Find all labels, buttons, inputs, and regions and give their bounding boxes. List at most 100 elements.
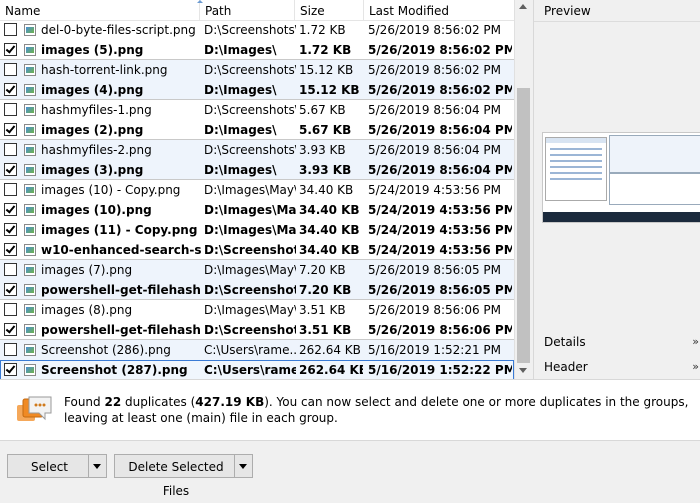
file-size: 3.93 KB	[299, 143, 346, 157]
file-path: D:\Screenshots\	[204, 23, 296, 37]
row-checkbox[interactable]	[4, 83, 17, 96]
details-section-header[interactable]: Details »	[534, 331, 700, 353]
file-path: C:\Users\rame...	[204, 363, 296, 377]
row-checkbox[interactable]	[4, 243, 17, 256]
file-name: images (7).png	[41, 263, 133, 277]
file-modified: 5/26/2019 8:56:05 PM	[368, 263, 502, 277]
scroll-down-icon[interactable]	[519, 368, 527, 373]
file-modified: 5/24/2019 4:53:56 PM	[368, 183, 502, 197]
double-chevron-icon[interactable]: »	[692, 331, 699, 353]
file-name: images (2).png	[41, 123, 144, 137]
file-modified: 5/26/2019 8:56:04 PM	[368, 103, 502, 117]
file-size: 15.12 KB	[299, 83, 360, 97]
file-row[interactable]: images (8).png D:\Images\May\ 3.51 KB 5/26/…	[0, 300, 514, 320]
file-name: images (4).png	[41, 83, 144, 97]
row-checkbox[interactable]	[4, 123, 17, 136]
file-modified: 5/26/2019 8:56:04 PM	[368, 123, 512, 137]
file-modified: 5/26/2019 8:56:02 PM	[368, 83, 512, 97]
file-modified: 5/26/2019 8:56:02 PM	[368, 63, 502, 77]
row-checkbox[interactable]	[4, 103, 17, 116]
row-checkbox[interactable]	[4, 223, 17, 236]
chevron-down-icon[interactable]	[88, 455, 106, 477]
file-size: 34.40 KB	[299, 243, 360, 257]
column-modified-header[interactable]: Last Modified	[364, 0, 514, 20]
row-checkbox[interactable]	[4, 203, 17, 216]
select-button[interactable]: Select	[7, 454, 107, 478]
file-rows: del-0-byte-files-script.png D:\Screenshot…	[0, 20, 514, 379]
duplicates-list[interactable]: Name Path Size Last Modified del-0-byte-…	[0, 0, 514, 379]
duplicate-total-size: 427.19 KB	[195, 395, 265, 409]
row-checkbox[interactable]	[4, 363, 17, 376]
scroll-up-icon[interactable]	[519, 4, 527, 9]
sort-indicator-icon	[197, 0, 203, 3]
column-path-header[interactable]: Path	[200, 0, 295, 20]
file-row[interactable]: images (2).png D:\Images\ 5.67 KB 5/26/2019…	[0, 120, 514, 140]
row-checkbox[interactable]	[4, 163, 17, 176]
file-path: D:\Screenshot...	[204, 283, 296, 297]
file-name: images (3).png	[41, 163, 144, 177]
row-checkbox[interactable]	[4, 23, 17, 36]
double-chevron-icon[interactable]: »	[692, 356, 699, 378]
file-modified: 5/26/2019 8:56:06 PM	[368, 323, 512, 337]
column-size-header[interactable]: Size	[295, 0, 364, 20]
image-file-icon	[24, 164, 36, 176]
file-size: 1.72 KB	[299, 43, 352, 57]
bottom-toolbar: Select Delete Selected Files	[0, 440, 700, 498]
file-modified: 5/26/2019 8:56:04 PM	[368, 143, 502, 157]
row-checkbox[interactable]	[4, 323, 17, 336]
file-modified: 5/24/2019 4:53:56 PM	[368, 223, 512, 237]
preview-pane: Preview Details » Header »	[533, 0, 700, 379]
chevron-down-icon[interactable]	[234, 455, 252, 477]
file-row[interactable]: hashmyfiles-1.png D:\Screenshots\ 5.67 KB 5…	[0, 100, 514, 120]
image-file-icon	[24, 204, 36, 216]
image-file-icon	[24, 244, 36, 256]
file-path: D:\Images\	[204, 123, 277, 137]
row-checkbox[interactable]	[4, 63, 17, 76]
file-row[interactable]: images (10).png D:\Images\Ma...34.40 KB 5/…	[0, 200, 514, 220]
preview-label: Preview	[544, 4, 591, 18]
file-size: 5.67 KB	[299, 103, 346, 117]
row-checkbox[interactable]	[4, 43, 17, 56]
file-row[interactable]: images (7).png D:\Images\May\ 7.20 KB 5/26/…	[0, 260, 514, 280]
file-row[interactable]: powershell-get-filehash-2....D:\Screensh…	[0, 320, 514, 340]
file-row[interactable]: w10-enhanced-search-set...D:\Screenshot.…	[0, 240, 514, 260]
row-checkbox[interactable]	[4, 143, 17, 156]
preview-header[interactable]: Preview	[534, 0, 700, 22]
results-summary: Found 22 duplicates (427.19 KB). You can…	[64, 395, 689, 425]
select-button-label: Select	[30, 460, 69, 474]
header-section-header[interactable]: Header »	[534, 356, 700, 378]
file-row[interactable]: images (3).png D:\Images\ 3.93 KB 5/26/2019…	[0, 160, 514, 180]
file-row[interactable]: images (11) - Copy.png D:\Images\Ma...34.…	[0, 220, 514, 240]
file-path: D:\Screenshot...	[204, 323, 296, 337]
file-size: 7.20 KB	[299, 263, 346, 277]
file-row[interactable]: images (10) - Copy.png D:\Images\May\ 34.4…	[0, 180, 514, 200]
row-checkbox[interactable]	[4, 263, 17, 276]
file-path: D:\Screenshots\	[204, 103, 296, 117]
image-file-icon	[24, 284, 36, 296]
file-path: D:\Screenshot...	[204, 243, 296, 257]
image-file-icon	[24, 124, 36, 136]
file-row[interactable]: images (5).png D:\Images\ 1.72 KB 5/26/2019…	[0, 40, 514, 60]
file-row[interactable]: Screenshot (286).png C:\Users\rame... 262.…	[0, 340, 514, 360]
scrollbar-thumb[interactable]	[517, 88, 530, 363]
row-checkbox[interactable]	[4, 303, 17, 316]
file-name: images (11) - Copy.png	[41, 223, 198, 237]
image-file-icon	[24, 364, 36, 376]
file-name: images (10) - Copy.png	[41, 183, 181, 197]
file-row[interactable]: images (4).png D:\Images\ 15.12 KB 5/26/201…	[0, 80, 514, 100]
file-size: 3.51 KB	[299, 323, 352, 337]
file-size: 34.40 KB	[299, 183, 354, 197]
vertical-scrollbar[interactable]	[514, 0, 532, 379]
file-size: 34.40 KB	[299, 203, 360, 217]
file-row[interactable]: hash-torrent-link.png D:\Screenshots\ 15.1…	[0, 60, 514, 80]
row-checkbox[interactable]	[4, 283, 17, 296]
column-name-header[interactable]: Name	[0, 0, 200, 20]
file-row[interactable]: hashmyfiles-2.png D:\Screenshots\ 3.93 KB 5…	[0, 140, 514, 160]
duplicate-count: 22	[104, 395, 122, 409]
file-row[interactable]: Screenshot (287).png C:\Users\rame...262.…	[0, 360, 514, 379]
file-row[interactable]: powershell-get-filehash-1....D:\Screensh…	[0, 280, 514, 300]
row-checkbox[interactable]	[4, 183, 17, 196]
file-row[interactable]: del-0-byte-files-script.png D:\Screenshot…	[0, 20, 514, 40]
row-checkbox[interactable]	[4, 343, 17, 356]
delete-selected-button[interactable]: Delete Selected Files	[114, 454, 253, 498]
